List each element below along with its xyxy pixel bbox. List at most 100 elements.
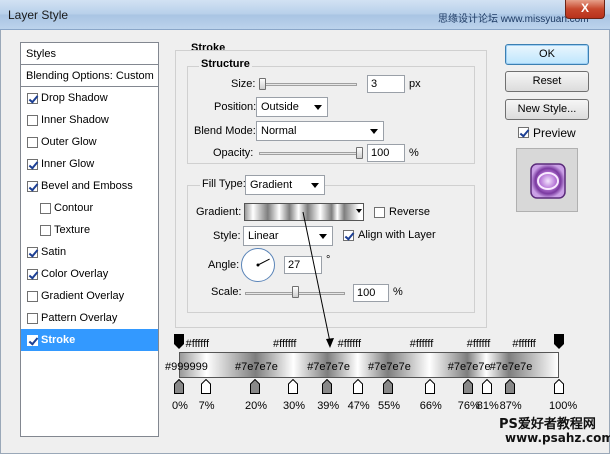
position-label: Position: xyxy=(214,101,257,113)
preview-checkbox[interactable] xyxy=(518,127,529,138)
reset-button[interactable]: Reset xyxy=(505,71,589,92)
chevron-down-icon[interactable] xyxy=(356,209,362,213)
blend-mode-select[interactable]: Normal xyxy=(256,121,384,141)
color-stop-marker[interactable] xyxy=(554,378,564,394)
opacity-slider-thumb[interactable] xyxy=(356,147,363,159)
position-value: Outside xyxy=(261,101,299,113)
chevron-down-icon xyxy=(311,183,319,188)
bar-color-label: #7e7e7e xyxy=(447,361,491,373)
color-stop-marker[interactable] xyxy=(322,378,333,394)
scale-unit: % xyxy=(393,286,403,298)
stop-percent-label: 100% xyxy=(549,400,578,412)
preview-swatch-icon xyxy=(530,163,566,199)
style-item-checkbox[interactable] xyxy=(27,181,38,192)
color-stop-marker[interactable] xyxy=(200,378,211,394)
style-item-gradient-overlay[interactable]: Gradient Overlay xyxy=(21,285,158,307)
color-stop-marker[interactable] xyxy=(250,378,260,394)
size-input[interactable]: 3 xyxy=(367,75,405,93)
bar-color-label: #7e7e7e xyxy=(235,361,278,373)
window-title: Layer Style xyxy=(8,8,69,22)
style-item-label: Contour xyxy=(54,202,94,214)
style-item-label: Bevel and Emboss xyxy=(41,180,133,192)
style-item-satin[interactable]: Satin xyxy=(21,241,158,263)
style-item-label: Texture xyxy=(54,224,91,236)
style-item-checkbox[interactable] xyxy=(40,203,51,214)
bar-color-label: #7e7e7e xyxy=(368,361,411,373)
scale-slider-thumb[interactable] xyxy=(291,286,299,298)
style-item-inner-shadow[interactable]: Inner Shadow xyxy=(21,109,158,131)
chevron-down-icon xyxy=(314,105,322,110)
size-slider-track[interactable] xyxy=(259,83,357,86)
color-stop-marker[interactable] xyxy=(174,378,184,394)
watermark-bottom-line2: www.psahz.com xyxy=(505,431,610,445)
color-stop-marker[interactable] xyxy=(288,378,298,394)
opacity-stop-marker[interactable] xyxy=(174,334,184,349)
align-with-layer-checkbox[interactable] xyxy=(343,230,354,241)
scale-input[interactable]: 100 xyxy=(353,284,389,302)
style-item-inner-glow[interactable]: Inner Glow xyxy=(21,153,158,175)
bar-color-label: #999999 xyxy=(165,361,208,373)
style-item-contour[interactable]: Contour xyxy=(21,197,158,219)
style-label: Style: xyxy=(213,230,241,242)
stop-percent-label: 66% xyxy=(419,400,442,412)
stop-percent-label: 39% xyxy=(317,400,340,412)
stop-percent-label: 7% xyxy=(198,400,215,412)
fill-type-select[interactable]: Gradient xyxy=(245,175,325,195)
color-stop-marker[interactable] xyxy=(352,378,363,394)
layer-style-dialog: Styles Blending Options: Custom Drop Sha… xyxy=(0,30,610,454)
close-button[interactable]: X xyxy=(565,0,605,19)
color-stop-marker[interactable] xyxy=(481,378,492,394)
stop-percent-label: 81% xyxy=(476,400,499,412)
opacity-stop-marker[interactable] xyxy=(554,334,564,349)
color-stop-marker[interactable] xyxy=(504,378,515,394)
opacity-slider-track[interactable] xyxy=(259,152,363,155)
style-item-checkbox[interactable] xyxy=(27,291,38,302)
style-item-stroke[interactable]: Stroke xyxy=(21,329,158,351)
title-bar[interactable]: Layer Style 思缘设计论坛 www.missyuan.com X xyxy=(0,0,610,30)
style-item-checkbox[interactable] xyxy=(27,159,38,170)
style-item-label: Inner Glow xyxy=(41,158,95,170)
ok-button[interactable]: OK xyxy=(505,44,589,65)
angle-label: Angle: xyxy=(208,259,240,271)
style-item-drop-shadow[interactable]: Drop Shadow xyxy=(21,87,158,109)
stop-percent-label: 47% xyxy=(347,400,370,412)
color-stop-marker[interactable] xyxy=(462,378,473,394)
color-stop-marker[interactable] xyxy=(424,378,435,394)
angle-dial[interactable] xyxy=(241,248,275,282)
style-item-label: Satin xyxy=(41,246,67,258)
style-item-texture[interactable]: Texture xyxy=(21,219,158,241)
style-select[interactable]: Linear xyxy=(243,226,333,246)
style-item-color-overlay[interactable]: Color Overlay xyxy=(21,263,158,285)
color-stop-marker[interactable] xyxy=(383,378,393,394)
opacity-input[interactable]: 100 xyxy=(367,144,405,162)
reverse-checkbox[interactable] xyxy=(374,207,385,218)
style-item-checkbox[interactable] xyxy=(40,225,51,236)
style-item-checkbox[interactable] xyxy=(27,115,38,126)
position-select[interactable]: Outside xyxy=(256,97,328,117)
style-item-bevel-and-emboss[interactable]: Bevel and Emboss xyxy=(21,175,158,197)
style-item-label: Color Overlay xyxy=(41,268,109,280)
style-item-checkbox[interactable] xyxy=(27,313,38,324)
style-item-checkbox[interactable] xyxy=(27,93,38,104)
style-item-label: Pattern Overlay xyxy=(41,312,118,324)
style-item-outer-glow[interactable]: Outer Glow xyxy=(21,131,158,153)
style-item-pattern-overlay[interactable]: Pattern Overlay xyxy=(21,307,158,329)
blending-options-item[interactable]: Blending Options: Custom xyxy=(21,65,158,87)
style-item-checkbox[interactable] xyxy=(27,269,38,280)
gradient-label: Gradient: xyxy=(196,206,242,218)
top-color-label: #ffffff xyxy=(512,338,536,350)
styles-header[interactable]: Styles xyxy=(21,43,158,65)
size-slider-thumb[interactable] xyxy=(259,78,266,90)
style-item-checkbox[interactable] xyxy=(27,137,38,148)
angle-input[interactable]: 27 xyxy=(284,256,322,274)
style-item-checkbox[interactable] xyxy=(27,335,38,346)
opacity-unit: % xyxy=(409,147,419,159)
chevron-down-icon xyxy=(370,129,378,134)
top-color-label: #ffffff xyxy=(409,338,434,350)
blend-mode-value: Normal xyxy=(261,125,297,137)
gradient-swatch[interactable] xyxy=(245,204,359,220)
stop-percent-label: 55% xyxy=(378,400,401,412)
new-style-button[interactable]: New Style... xyxy=(505,99,589,120)
gradient-picker[interactable] xyxy=(244,203,364,221)
style-item-checkbox[interactable] xyxy=(27,247,38,258)
